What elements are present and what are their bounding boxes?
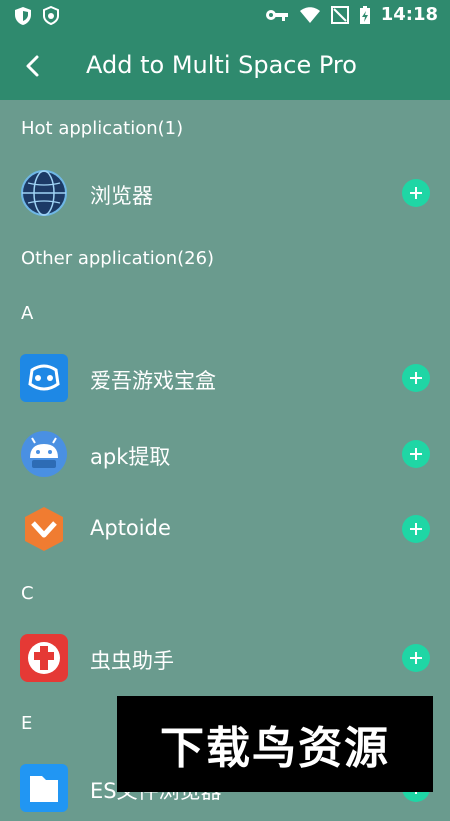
key-icon bbox=[265, 9, 288, 21]
back-arrow-icon bbox=[26, 55, 39, 77]
status-time: 14:18 bbox=[380, 4, 438, 25]
section-header-other: Other application(26) bbox=[21, 248, 215, 269]
badge-icon bbox=[43, 6, 59, 26]
battery-charging-icon bbox=[359, 5, 370, 24]
shield-icon bbox=[15, 7, 31, 25]
app-list: Hot application(1) 浏览器 Other application… bbox=[0, 100, 450, 812]
aptoide-icon bbox=[25, 507, 63, 551]
wifi-icon bbox=[299, 6, 320, 23]
status-bar: 14:18 bbox=[0, 0, 450, 31]
section-header-c: C bbox=[21, 583, 34, 604]
app-name: 爱吾游戏宝盒 bbox=[90, 369, 216, 393]
add-button[interactable] bbox=[402, 364, 430, 392]
section-header-hot: Hot application(1) bbox=[21, 118, 184, 139]
add-button[interactable] bbox=[402, 179, 430, 207]
game-box-icon bbox=[20, 354, 68, 402]
list-item[interactable]: 虫虫助手 bbox=[0, 625, 450, 691]
add-button[interactable] bbox=[402, 644, 430, 672]
no-sim-icon bbox=[330, 5, 349, 24]
list-item[interactable]: 浏览器 bbox=[0, 160, 450, 226]
status-right-icons: 14:18 bbox=[265, 4, 438, 25]
app-name: 浏览器 bbox=[90, 184, 153, 208]
android-apk-icon bbox=[21, 431, 67, 477]
section-header-e: E bbox=[21, 713, 33, 734]
chongchong-icon bbox=[20, 634, 68, 682]
list-item[interactable]: apk提取 bbox=[0, 421, 450, 487]
list-item[interactable]: 爱吾游戏宝盒 bbox=[0, 345, 450, 411]
back-button[interactable] bbox=[18, 50, 50, 82]
page-title: Add to Multi Space Pro bbox=[86, 51, 357, 79]
status-left-icons bbox=[14, 6, 60, 26]
app-name: apk提取 bbox=[90, 445, 171, 469]
es-file-icon bbox=[20, 764, 68, 812]
app-bar: Add to Multi Space Pro bbox=[0, 31, 450, 100]
globe-icon bbox=[21, 170, 67, 216]
add-button[interactable] bbox=[402, 440, 430, 468]
add-button[interactable] bbox=[402, 515, 430, 543]
section-header-a: A bbox=[21, 303, 34, 324]
list-item[interactable]: Aptoide bbox=[0, 496, 450, 562]
watermark-banner: 下载鸟资源 bbox=[117, 696, 433, 792]
app-name: Aptoide bbox=[90, 516, 171, 540]
app-name: 虫虫助手 bbox=[90, 649, 174, 673]
